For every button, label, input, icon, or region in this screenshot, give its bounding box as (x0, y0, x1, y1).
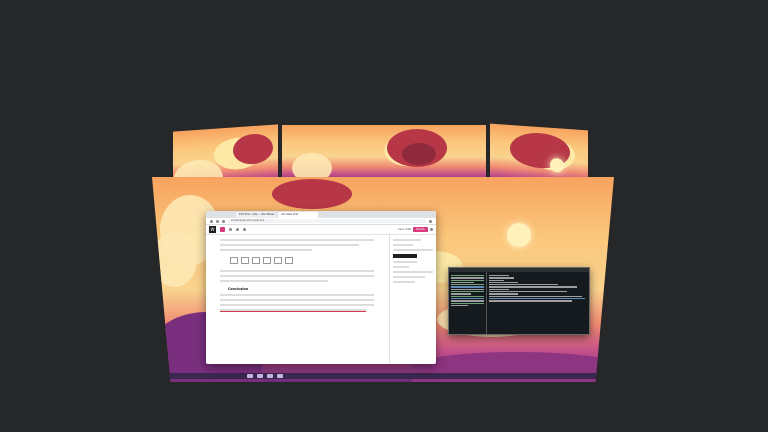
settings-icon[interactable] (430, 228, 433, 231)
undo-icon[interactable] (236, 228, 239, 231)
heading-block[interactable]: Conclusion (228, 287, 374, 291)
terminal-pane-left[interactable] (449, 272, 487, 334)
block-tool-button[interactable] (252, 257, 260, 264)
block-tool-button[interactable] (285, 257, 293, 264)
paragraph-block[interactable] (220, 294, 374, 312)
forward-icon[interactable] (216, 219, 219, 223)
block-tool-button[interactable] (230, 257, 238, 264)
browser-tab[interactable]: Edit Post ‹ Site — WordPress (236, 212, 276, 218)
taskbar-app-icon[interactable] (277, 374, 283, 378)
browser-window[interactable]: Edit Post ‹ Site — WordPress Add New Pos… (206, 211, 436, 364)
address-bar: localhost/wp-admin/post.php (206, 218, 436, 225)
redo-icon[interactable] (243, 228, 246, 231)
block-tool-button[interactable] (241, 257, 249, 264)
browser-tab-active[interactable]: Add New Post (278, 212, 318, 218)
editor-canvas[interactable]: Conclusion (206, 233, 388, 364)
taskbar-app-icon[interactable] (257, 374, 263, 378)
taskbar-app-icon[interactable] (247, 374, 253, 378)
workspace-back-face[interactable] (282, 125, 486, 183)
wordpress-logo-icon[interactable]: W (209, 226, 216, 233)
terminal-pane-right[interactable] (487, 272, 589, 334)
reload-icon[interactable] (222, 219, 225, 223)
block-toolbar (230, 257, 374, 264)
block-tool-button[interactable] (263, 257, 271, 264)
sidebar-action-button[interactable] (393, 254, 417, 258)
block-tool-button[interactable] (274, 257, 282, 264)
tools-icon[interactable] (229, 228, 232, 231)
terminal-window[interactable] (448, 267, 590, 335)
back-icon[interactable] (210, 219, 213, 223)
paragraph-block[interactable] (220, 239, 374, 251)
taskbar-app-icon[interactable] (267, 374, 273, 378)
taskbar[interactable] (152, 373, 614, 379)
moon-icon (507, 223, 531, 247)
publish-button[interactable]: Publish (413, 227, 428, 232)
settings-sidebar (389, 233, 436, 364)
url-input[interactable]: localhost/wp-admin/post.php (228, 219, 426, 223)
tab-strip: Edit Post ‹ Site — WordPress Add New Pos… (206, 211, 436, 218)
add-block-button[interactable] (220, 227, 225, 232)
save-draft-button[interactable]: Save draft (398, 228, 411, 231)
paragraph-block[interactable] (220, 270, 374, 282)
menu-icon[interactable] (429, 219, 432, 223)
